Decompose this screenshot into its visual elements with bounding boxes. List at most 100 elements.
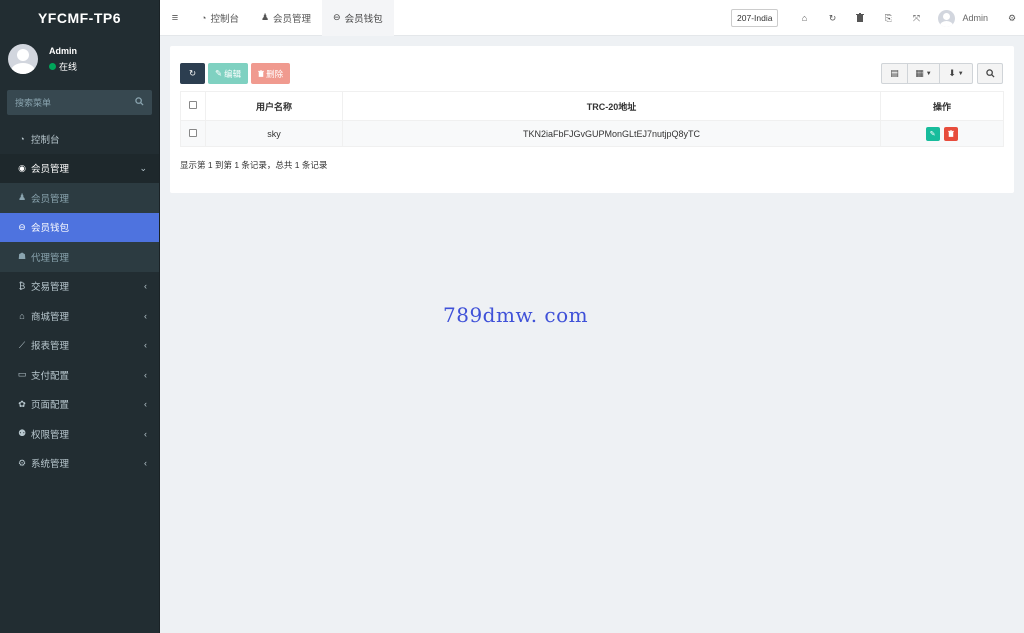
dashboard-icon: ◔ — [201, 12, 207, 23]
trash-icon — [948, 130, 955, 137]
admin-avatar — [938, 9, 956, 27]
sidebar-item-members[interactable]: ◉ 会员管理 ⌄ — [0, 153, 159, 183]
sidebar-subitem-member-wallet[interactable]: ⊖ 会员钱包 — [0, 212, 159, 242]
menu-toggle-icon[interactable]: ≡ — [160, 12, 190, 24]
cogs-icon[interactable]: ⚙ — [1000, 13, 1024, 24]
sidebar-item-payment[interactable]: ▭ 支付配置 ‹ — [0, 360, 159, 390]
search-icon[interactable] — [135, 97, 144, 108]
sidebar-item-shop[interactable]: ⌂ 商城管理 ‹ — [0, 301, 159, 331]
trash-icon[interactable] — [846, 12, 874, 24]
trash-icon — [258, 69, 265, 79]
user-status: 在线 — [49, 60, 77, 73]
sidebar-item-label: 会员钱包 — [31, 223, 70, 235]
sidebar-item-reports[interactable]: ⟋ 报表管理 ‹ — [0, 331, 159, 361]
file-icon: ▤ — [890, 68, 899, 78]
menu-search-input[interactable] — [15, 97, 125, 108]
row-checkbox[interactable] — [189, 128, 197, 137]
sidebar-item-permissions[interactable]: ⚉ 权限管理 ‹ — [0, 419, 159, 449]
download-icon: ⬇ — [948, 68, 956, 78]
column-header-address[interactable]: TRC-20地址 — [342, 91, 881, 121]
fullscreen-icon[interactable]: ⤧ — [902, 13, 930, 24]
sidebar-item-label: 报表管理 — [31, 341, 70, 353]
sidebar-subitem-agent-manage[interactable]: ☗ 代理管理 — [0, 242, 159, 272]
sidebar-item-label: 交易管理 — [31, 282, 70, 294]
chevron-left-icon: ‹ — [144, 310, 147, 321]
column-header-username[interactable]: 用户名称 — [205, 91, 343, 121]
table-right-tools: ▤ ▦ ▼ ⬇ ▼ — [881, 63, 1003, 84]
tab-member-wallet[interactable]: ⊖ 会员钱包 — [322, 0, 394, 36]
sidebar-item-page-config[interactable]: ✿ 页面配置 ‹ — [0, 390, 159, 420]
app-logo[interactable]: YFCMF-TP6 — [0, 0, 159, 36]
cell-actions: ✎ — [880, 120, 1004, 147]
grid-icon: ▦ — [915, 68, 924, 78]
chevron-left-icon: ‹ — [144, 428, 147, 439]
chevron-left-icon: ‹ — [144, 399, 147, 410]
caret-down-icon: ▼ — [925, 70, 932, 77]
tab-label: 控制台 — [210, 13, 239, 25]
avatar — [8, 44, 38, 74]
user-panel: Admin 在线 — [0, 36, 159, 82]
tab-dashboard[interactable]: ◔ 控制台 — [190, 0, 250, 36]
sidebar-item-label: 权限管理 — [31, 429, 70, 441]
export-button[interactable]: ▤ — [881, 63, 908, 84]
content-panel: ↻ ✎ 编辑 删除 ▤ ▦ ▼ ⬇ ▼ 用户名称 TRC-20地址 操作 sky… — [170, 46, 1014, 193]
edit-button-label: 编辑 — [224, 68, 242, 79]
home-icon: ⌂ — [19, 310, 25, 321]
user-name: Admin — [49, 45, 77, 56]
bitcoin-icon: ₿ — [18, 281, 26, 292]
cell-address: TKN2iaFbFJGvGUPMonGLtEJ7nutjpQ8yTC — [342, 120, 881, 147]
tab-member-manage[interactable]: ♟ 会员管理 — [250, 0, 322, 36]
sidebar-menu: ◔ 控制台 ◉ 会员管理 ⌄ ♟ 会员管理 ⊖ 会员钱包 ☗ 代理管理 ₿ 交易… — [0, 124, 159, 478]
language-icon[interactable]: ⎘ — [874, 13, 902, 24]
admin-menu[interactable]: Admin — [938, 9, 988, 27]
top-bar: ≡ ◔ 控制台 ♟ 会员管理 ⊖ 会员钱包 207-India ⌂ ↻ ⎘ ⤧ … — [160, 0, 1024, 36]
user-icon: ♟ — [17, 192, 27, 203]
sidebar-item-dashboard[interactable]: ◔ 控制台 — [0, 124, 159, 154]
select-all-checkbox[interactable] — [189, 101, 197, 109]
refresh-icon[interactable]: ↻ — [818, 13, 846, 24]
chevron-left-icon: ‹ — [144, 458, 147, 469]
export-options-button[interactable]: ⬇ ▼ — [940, 63, 973, 84]
sidebar-item-trade[interactable]: ₿ 交易管理 ‹ — [0, 272, 159, 302]
sidebar-item-label: 系统管理 — [31, 459, 70, 471]
delete-button-label: 删除 — [266, 68, 284, 79]
wallet-icon: ⊖ — [333, 12, 341, 22]
chevron-down-icon: ⌄ — [139, 162, 147, 173]
admin-name: Admin — [962, 13, 988, 23]
sidebar-item-label: 代理管理 — [31, 252, 70, 264]
pencil-icon: ✎ — [215, 68, 223, 78]
tab-label: 会员管理 — [273, 13, 312, 25]
refresh-icon: ↻ — [188, 68, 197, 78]
table-header-row: 用户名称 TRC-20地址 操作 — [180, 91, 1004, 121]
row-edit-button[interactable]: ✎ — [925, 126, 940, 141]
dashboard-icon: ◔ — [19, 133, 25, 144]
watermark-text: 789dmw. com — [443, 303, 589, 327]
user-circle-icon: ◉ — [18, 162, 26, 173]
sidebar-item-label: 控制台 — [31, 134, 60, 146]
tab-label: 会员钱包 — [344, 13, 383, 25]
users-icon: ⚉ — [17, 428, 27, 439]
pencil-icon: ✎ — [929, 130, 936, 138]
chevron-left-icon: ‹ — [144, 340, 147, 351]
sidebar-item-label: 会员管理 — [31, 193, 70, 205]
row-delete-button[interactable] — [944, 126, 959, 141]
wallet-table: 用户名称 TRC-20地址 操作 sky TKN2iaFbFJGvGUPMonG… — [180, 91, 1004, 147]
refresh-button[interactable]: ↻ — [180, 63, 205, 84]
sidebar: YFCMF-TP6 Admin 在线 ◔ 控制台 ◉ 会员管理 ⌄ ♟ 会员管理 — [0, 0, 160, 633]
search-button[interactable] — [977, 63, 1003, 84]
home-icon[interactable]: ⌂ — [790, 13, 818, 23]
search-icon — [985, 69, 995, 78]
region-badge[interactable]: 207-India — [731, 9, 779, 27]
delete-button[interactable]: 删除 — [251, 63, 291, 84]
chevron-left-icon: ‹ — [144, 281, 147, 292]
sidebar-item-label: 支付配置 — [31, 370, 70, 382]
cogs-icon: ⚙ — [17, 457, 27, 468]
credit-card-icon: ▭ — [17, 369, 27, 380]
sidebar-subitem-member-manage[interactable]: ♟ 会员管理 — [0, 183, 159, 213]
sidebar-item-system[interactable]: ⚙ 系统管理 ‹ — [0, 449, 159, 479]
online-dot-icon — [49, 62, 56, 70]
columns-button[interactable]: ▦ ▼ — [908, 63, 940, 84]
cell-username: sky — [205, 120, 343, 147]
edit-button[interactable]: ✎ 编辑 — [208, 63, 249, 84]
chevron-left-icon: ‹ — [144, 369, 147, 380]
